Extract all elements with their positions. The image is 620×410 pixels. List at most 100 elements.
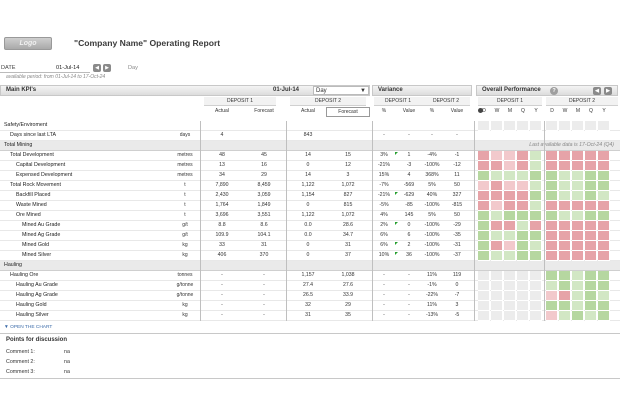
heatmap-cell[interactable] xyxy=(491,311,503,321)
heatmap-cell[interactable] xyxy=(504,281,516,291)
heatmap-cell[interactable] xyxy=(517,231,529,241)
heatmap-cell[interactable] xyxy=(572,241,584,251)
heatmap-cell[interactable] xyxy=(598,201,610,211)
next-date-button[interactable]: ▶ xyxy=(103,64,111,72)
heatmap-cell[interactable] xyxy=(585,211,597,221)
heatmap-cell[interactable] xyxy=(585,301,597,311)
heatmap-cell[interactable] xyxy=(559,311,571,321)
heatmap-cell[interactable] xyxy=(478,121,490,131)
heatmap-cell[interactable] xyxy=(559,181,571,191)
heatmap-cell[interactable] xyxy=(530,231,542,241)
heatmap-cell[interactable] xyxy=(598,211,610,221)
heatmap-cell[interactable] xyxy=(504,211,516,221)
heatmap-cell[interactable] xyxy=(546,211,558,221)
heatmap-cell[interactable] xyxy=(559,221,571,231)
heatmap-cell[interactable] xyxy=(530,281,542,291)
heatmap-cell[interactable] xyxy=(546,311,558,321)
heatmap-cell[interactable] xyxy=(491,241,503,251)
heatmap-cell[interactable] xyxy=(517,121,529,131)
heatmap-cell[interactable] xyxy=(478,251,490,261)
heatmap-cell[interactable] xyxy=(504,201,516,211)
heatmap-cell[interactable] xyxy=(559,281,571,291)
heatmap-cell[interactable] xyxy=(504,231,516,241)
heatmap-cell[interactable] xyxy=(585,231,597,241)
heatmap-cell[interactable] xyxy=(530,311,542,321)
heatmap-cell[interactable] xyxy=(546,291,558,301)
heatmap-cell[interactable] xyxy=(491,281,503,291)
heatmap-cell[interactable] xyxy=(559,201,571,211)
heatmap-cell[interactable] xyxy=(585,121,597,131)
heatmap-cell[interactable] xyxy=(517,161,529,171)
heatmap-cell[interactable] xyxy=(478,161,490,171)
heatmap-cell[interactable] xyxy=(546,241,558,251)
heatmap-cell[interactable] xyxy=(546,271,558,281)
heatmap-cell[interactable] xyxy=(491,271,503,281)
heatmap-cell[interactable] xyxy=(585,251,597,261)
heatmap-cell[interactable] xyxy=(504,161,516,171)
heatmap-cell[interactable] xyxy=(504,151,516,161)
heatmap-cell[interactable] xyxy=(585,151,597,161)
heatmap-cell[interactable] xyxy=(572,181,584,191)
heatmap-cell[interactable] xyxy=(491,211,503,221)
heatmap-cell[interactable] xyxy=(491,181,503,191)
heatmap-cell[interactable] xyxy=(598,281,610,291)
comment-value[interactable]: na xyxy=(64,369,70,375)
heatmap-cell[interactable] xyxy=(491,291,503,301)
heatmap-cell[interactable] xyxy=(478,291,490,301)
heatmap-cell[interactable] xyxy=(478,241,490,251)
heatmap-cell[interactable] xyxy=(491,231,503,241)
heatmap-cell[interactable] xyxy=(504,301,516,311)
heatmap-cell[interactable] xyxy=(598,251,610,261)
heatmap-cell[interactable] xyxy=(530,221,542,231)
heatmap-cell[interactable] xyxy=(559,251,571,261)
heatmap-cell[interactable] xyxy=(504,171,516,181)
heatmap-cell[interactable] xyxy=(478,231,490,241)
heatmap-cell[interactable] xyxy=(530,291,542,301)
heatmap-cell[interactable] xyxy=(598,231,610,241)
heatmap-cell[interactable] xyxy=(491,251,503,261)
heatmap-cell[interactable] xyxy=(546,251,558,261)
heatmap-cell[interactable] xyxy=(559,271,571,281)
heatmap-cell[interactable] xyxy=(491,201,503,211)
heatmap-cell[interactable] xyxy=(598,301,610,311)
heatmap-cell[interactable] xyxy=(504,121,516,131)
heatmap-cell[interactable] xyxy=(559,171,571,181)
heatmap-cell[interactable] xyxy=(530,151,542,161)
period-select[interactable]: Day ▼ xyxy=(313,86,369,95)
heatmap-cell[interactable] xyxy=(504,311,516,321)
heatmap-cell[interactable] xyxy=(559,211,571,221)
heatmap-cell[interactable] xyxy=(478,191,490,201)
heatmap-cell[interactable] xyxy=(585,221,597,231)
heatmap-cell[interactable] xyxy=(504,251,516,261)
heatmap-cell[interactable] xyxy=(572,311,584,321)
heatmap-cell[interactable] xyxy=(559,231,571,241)
heatmap-cell[interactable] xyxy=(504,291,516,301)
overall-prev-button[interactable]: ◀ xyxy=(593,87,601,95)
date-field[interactable]: DATE 01-Jul-14 xyxy=(0,64,90,73)
heatmap-cell[interactable] xyxy=(530,251,542,261)
heatmap-cell[interactable] xyxy=(572,281,584,291)
heatmap-cell[interactable] xyxy=(546,121,558,131)
heatmap-cell[interactable] xyxy=(517,301,529,311)
open-chart-link[interactable]: ▼ OPEN THE CHART xyxy=(4,325,52,330)
prev-date-button[interactable]: ◀ xyxy=(93,64,101,72)
comment-value[interactable]: na xyxy=(64,359,70,365)
heatmap-cell[interactable] xyxy=(517,241,529,251)
heatmap-cell[interactable] xyxy=(598,271,610,281)
heatmap-cell[interactable] xyxy=(598,181,610,191)
heatmap-cell[interactable] xyxy=(491,191,503,201)
heatmap-cell[interactable] xyxy=(585,181,597,191)
heatmap-cell[interactable] xyxy=(559,191,571,201)
heatmap-cell[interactable] xyxy=(546,221,558,231)
heatmap-cell[interactable] xyxy=(572,231,584,241)
heatmap-cell[interactable] xyxy=(546,231,558,241)
heatmap-cell[interactable] xyxy=(559,161,571,171)
heatmap-cell[interactable] xyxy=(504,241,516,251)
heatmap-cell[interactable] xyxy=(546,161,558,171)
heatmap-cell[interactable] xyxy=(530,161,542,171)
heatmap-cell[interactable] xyxy=(572,191,584,201)
heatmap-cell[interactable] xyxy=(572,121,584,131)
heatmap-cell[interactable] xyxy=(478,211,490,221)
heatmap-cell[interactable] xyxy=(530,121,542,131)
heatmap-cell[interactable] xyxy=(546,181,558,191)
